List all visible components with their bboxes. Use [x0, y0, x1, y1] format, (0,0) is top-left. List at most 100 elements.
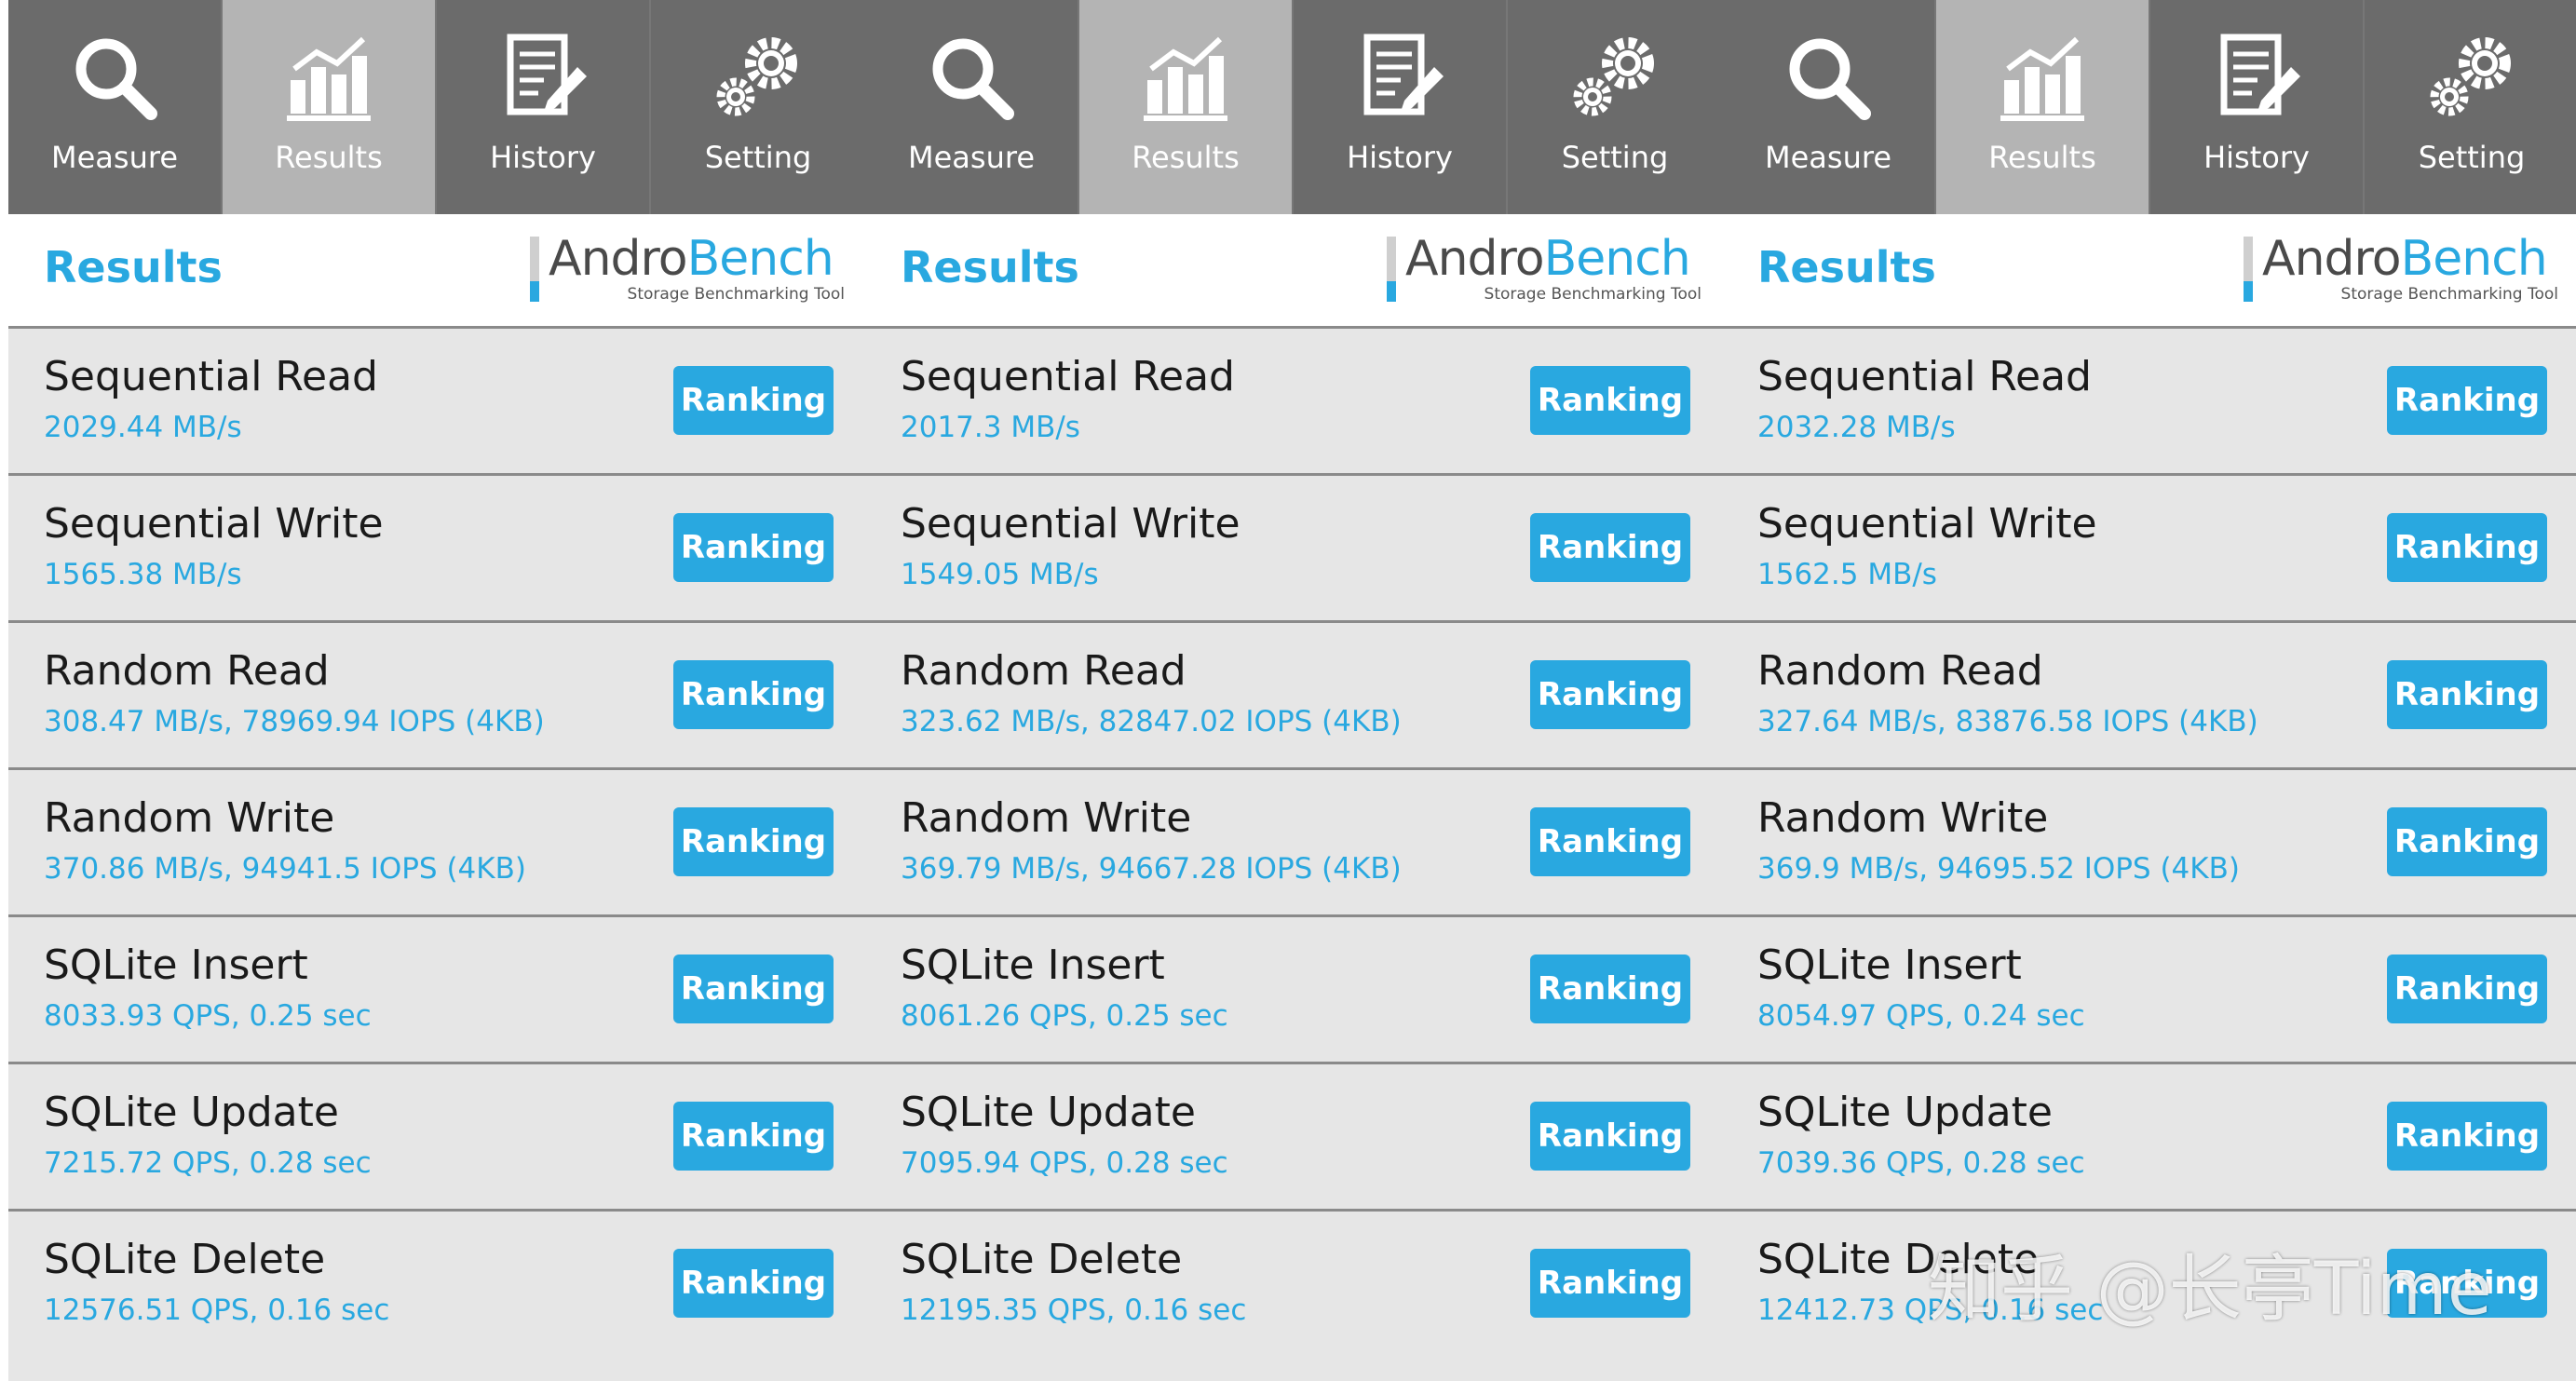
logo-andro: Andro — [2262, 231, 2402, 287]
result-row: Random Read 327.64 MB/s, 83876.58 IOPS (4… — [1722, 620, 2576, 767]
logo-bench: Bench — [2400, 231, 2548, 287]
result-name: SQLite Update — [901, 1089, 1196, 1136]
result-value: 8033.93 QPS, 0.25 sec — [44, 999, 372, 1033]
ranking-button[interactable]: Ranking — [1530, 807, 1690, 876]
result-value: 323.62 MB/s, 82847.02 IOPS (4KB) — [901, 705, 1402, 738]
result-name: SQLite Insert — [1757, 941, 2022, 989]
tab-label: Results — [1988, 140, 2096, 175]
bar-chart-icon — [287, 36, 371, 121]
document-edit-icon — [1363, 34, 1444, 115]
logo-bar-accent — [1387, 281, 1396, 302]
result-value: 8061.26 QPS, 0.25 sec — [901, 999, 1228, 1033]
logo-subtitle: Storage Benchmarking Tool — [2340, 285, 2558, 304]
result-row: Sequential Read 2017.3 MB/s Ranking — [865, 326, 1722, 473]
ranking-button[interactable]: Ranking — [2387, 660, 2547, 729]
ranking-button[interactable]: Ranking — [2387, 513, 2547, 582]
androbench-logo: AndroBench Storage Benchmarking Tool — [530, 231, 847, 304]
tab-history[interactable]: History — [437, 0, 651, 214]
results-header: Results AndroBench Storage Benchmarking … — [865, 214, 1722, 326]
tab-results[interactable]: Results — [1079, 0, 1294, 214]
tab-results[interactable]: Results — [1936, 0, 2150, 214]
result-value: 2032.28 MB/s — [1757, 411, 1956, 444]
ranking-button[interactable]: Ranking — [2387, 955, 2547, 1023]
result-name: Random Write — [901, 794, 1192, 842]
ranking-button[interactable]: Ranking — [1530, 1249, 1690, 1318]
result-value: 370.86 MB/s, 94941.5 IOPS (4KB) — [44, 852, 526, 886]
result-value: 327.64 MB/s, 83876.58 IOPS (4KB) — [1757, 705, 2258, 738]
result-row: SQLite Delete 12195.35 QPS, 0.16 sec Ranki… — [865, 1209, 1722, 1356]
result-row: Sequential Write 1562.5 MB/s Ranking — [1722, 473, 2576, 620]
result-row: Sequential Write 1549.05 MB/s Ranking — [865, 473, 1722, 620]
tab-bar: Measure Results History Setting — [1722, 0, 2576, 214]
result-value: 2017.3 MB/s — [901, 411, 1080, 444]
results-header: Results AndroBench Storage Benchmarking … — [8, 214, 865, 326]
ranking-button[interactable]: Ranking — [1530, 660, 1690, 729]
result-value: 1549.05 MB/s — [901, 558, 1099, 591]
search-icon — [75, 38, 157, 120]
tab-label: Measure — [1765, 140, 1891, 175]
page-title: Results — [1757, 242, 1936, 292]
result-row: Random Write 369.79 MB/s, 94667.28 IOPS (… — [865, 767, 1722, 914]
result-value: 12576.51 QPS, 0.16 sec — [44, 1293, 390, 1327]
document-edit-icon — [507, 34, 587, 115]
result-value: 369.79 MB/s, 94667.28 IOPS (4KB) — [901, 852, 1402, 886]
watermark: 知乎 @长亭Time — [1928, 1248, 2492, 1332]
result-name: SQLite Delete — [901, 1236, 1183, 1283]
ranking-button[interactable]: Ranking — [1530, 955, 1690, 1023]
ranking-button[interactable]: Ranking — [2387, 366, 2547, 435]
tab-bar: Measure Results History Setting — [8, 0, 865, 214]
result-value: 7095.94 QPS, 0.28 sec — [901, 1146, 1228, 1180]
logo-text: AndroBench — [549, 231, 834, 287]
result-row: SQLite Update 7095.94 QPS, 0.28 sec Rankin… — [865, 1062, 1722, 1209]
tab-label: Results — [275, 140, 383, 175]
ranking-button[interactable]: Ranking — [673, 660, 834, 729]
result-name: Sequential Write — [1757, 500, 2097, 548]
result-name: SQLite Insert — [44, 941, 308, 989]
ranking-button[interactable]: Ranking — [673, 513, 834, 582]
search-icon — [1789, 38, 1871, 120]
logo-andro: Andro — [549, 231, 688, 287]
result-name: SQLite Update — [1757, 1089, 2053, 1136]
tab-measure[interactable]: Measure — [8, 0, 223, 214]
result-value: 12195.35 QPS, 0.16 sec — [901, 1293, 1247, 1327]
logo-bar-accent — [2244, 281, 2253, 302]
logo-bar — [2244, 237, 2253, 281]
tab-setting[interactable]: Setting — [1508, 0, 1722, 214]
result-name: Sequential Read — [1757, 353, 2092, 400]
tab-setting[interactable]: Setting — [651, 0, 865, 214]
result-name: Random Read — [44, 647, 330, 695]
ranking-button[interactable]: Ranking — [2387, 1102, 2547, 1171]
document-edit-icon — [2220, 34, 2300, 115]
tab-label: Setting — [1561, 140, 1669, 175]
ranking-button[interactable]: Ranking — [673, 807, 834, 876]
tab-history[interactable]: History — [2150, 0, 2365, 214]
ranking-button[interactable]: Ranking — [1530, 513, 1690, 582]
androbench-logo: AndroBench Storage Benchmarking Tool — [2244, 231, 2560, 304]
result-row: SQLite Insert 8033.93 QPS, 0.25 sec Rankin… — [8, 914, 865, 1062]
tab-results[interactable]: Results — [223, 0, 437, 214]
ranking-button[interactable]: Ranking — [673, 366, 834, 435]
result-row: SQLite Update 7039.36 QPS, 0.28 sec Rankin… — [1722, 1062, 2576, 1209]
bar-chart-icon — [2000, 36, 2084, 121]
tab-label: History — [490, 140, 596, 175]
result-name: SQLite Update — [44, 1089, 339, 1136]
ranking-button[interactable]: Ranking — [673, 1249, 834, 1318]
tab-label: Measure — [51, 140, 178, 175]
page-title: Results — [901, 242, 1079, 292]
tab-setting[interactable]: Setting — [2365, 0, 2576, 214]
result-value: 2029.44 MB/s — [44, 411, 242, 444]
result-row: SQLite Update 7215.72 QPS, 0.28 sec Rankin… — [8, 1062, 865, 1209]
result-row: Sequential Write 1565.38 MB/s Ranking — [8, 473, 865, 620]
tab-history[interactable]: History — [1294, 0, 1508, 214]
tab-measure[interactable]: Measure — [1722, 0, 1936, 214]
logo-text: AndroBench — [2262, 231, 2548, 287]
result-name: Sequential Read — [44, 353, 378, 400]
ranking-button[interactable]: Ranking — [673, 1102, 834, 1171]
ranking-button[interactable]: Ranking — [1530, 366, 1690, 435]
ranking-button[interactable]: Ranking — [1530, 1102, 1690, 1171]
tab-measure[interactable]: Measure — [865, 0, 1079, 214]
ranking-button[interactable]: Ranking — [673, 955, 834, 1023]
ranking-button[interactable]: Ranking — [2387, 807, 2547, 876]
result-row: Random Read 308.47 MB/s, 78969.94 IOPS (4… — [8, 620, 865, 767]
result-name: Random Write — [44, 794, 335, 842]
